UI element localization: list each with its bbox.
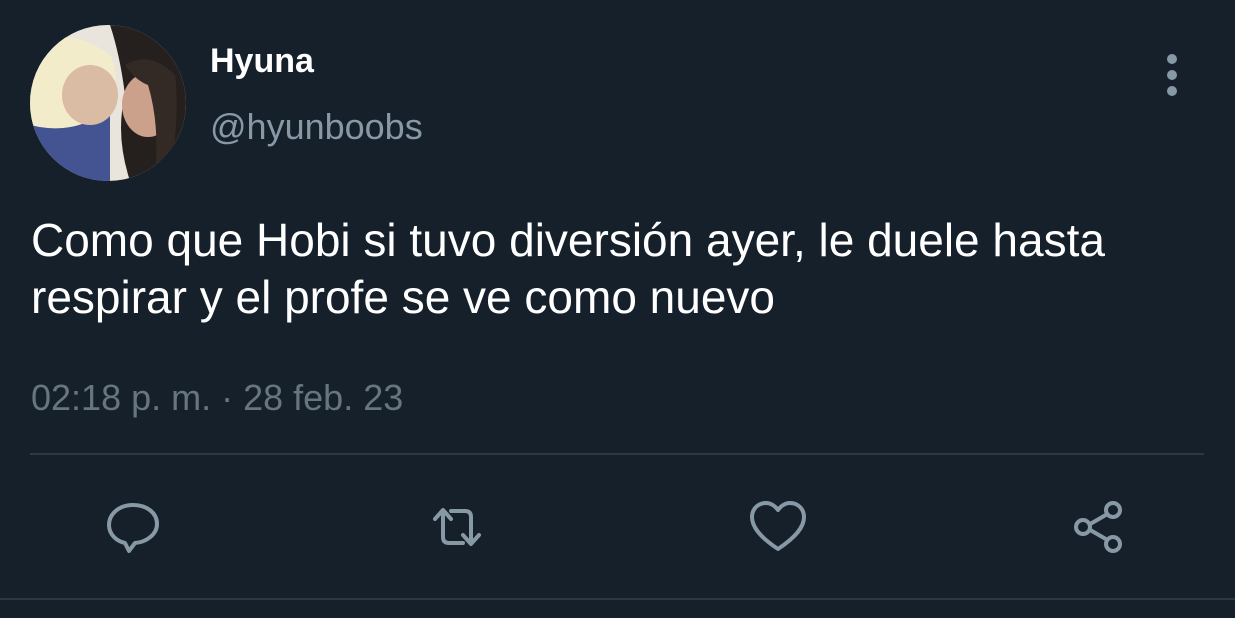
retweet-button[interactable]	[427, 497, 487, 557]
divider	[30, 453, 1204, 455]
user-handle[interactable]: @hyunboobs	[210, 105, 423, 149]
like-button[interactable]	[748, 497, 808, 557]
retweet-icon	[433, 508, 481, 546]
share-icon	[1074, 501, 1122, 553]
heart-icon	[750, 501, 806, 551]
vertical-dots-icon	[1167, 54, 1177, 96]
tweet-card: Hyuna @hyunboobs Como que Hobi si tuvo d…	[0, 0, 1235, 618]
avatar[interactable]	[30, 25, 186, 181]
more-options-button[interactable]	[1150, 50, 1194, 100]
tweet-timestamp[interactable]: 02:18 p. m. · 28 feb. 23	[31, 376, 403, 420]
divider	[0, 598, 1235, 600]
display-name[interactable]: Hyuna	[210, 41, 314, 81]
reply-icon	[107, 503, 159, 553]
reply-button[interactable]	[103, 497, 163, 557]
share-button[interactable]	[1069, 497, 1129, 557]
avatar-image	[30, 25, 186, 181]
tweet-text: Como que Hobi si tuvo diversión ayer, le…	[31, 214, 1105, 323]
